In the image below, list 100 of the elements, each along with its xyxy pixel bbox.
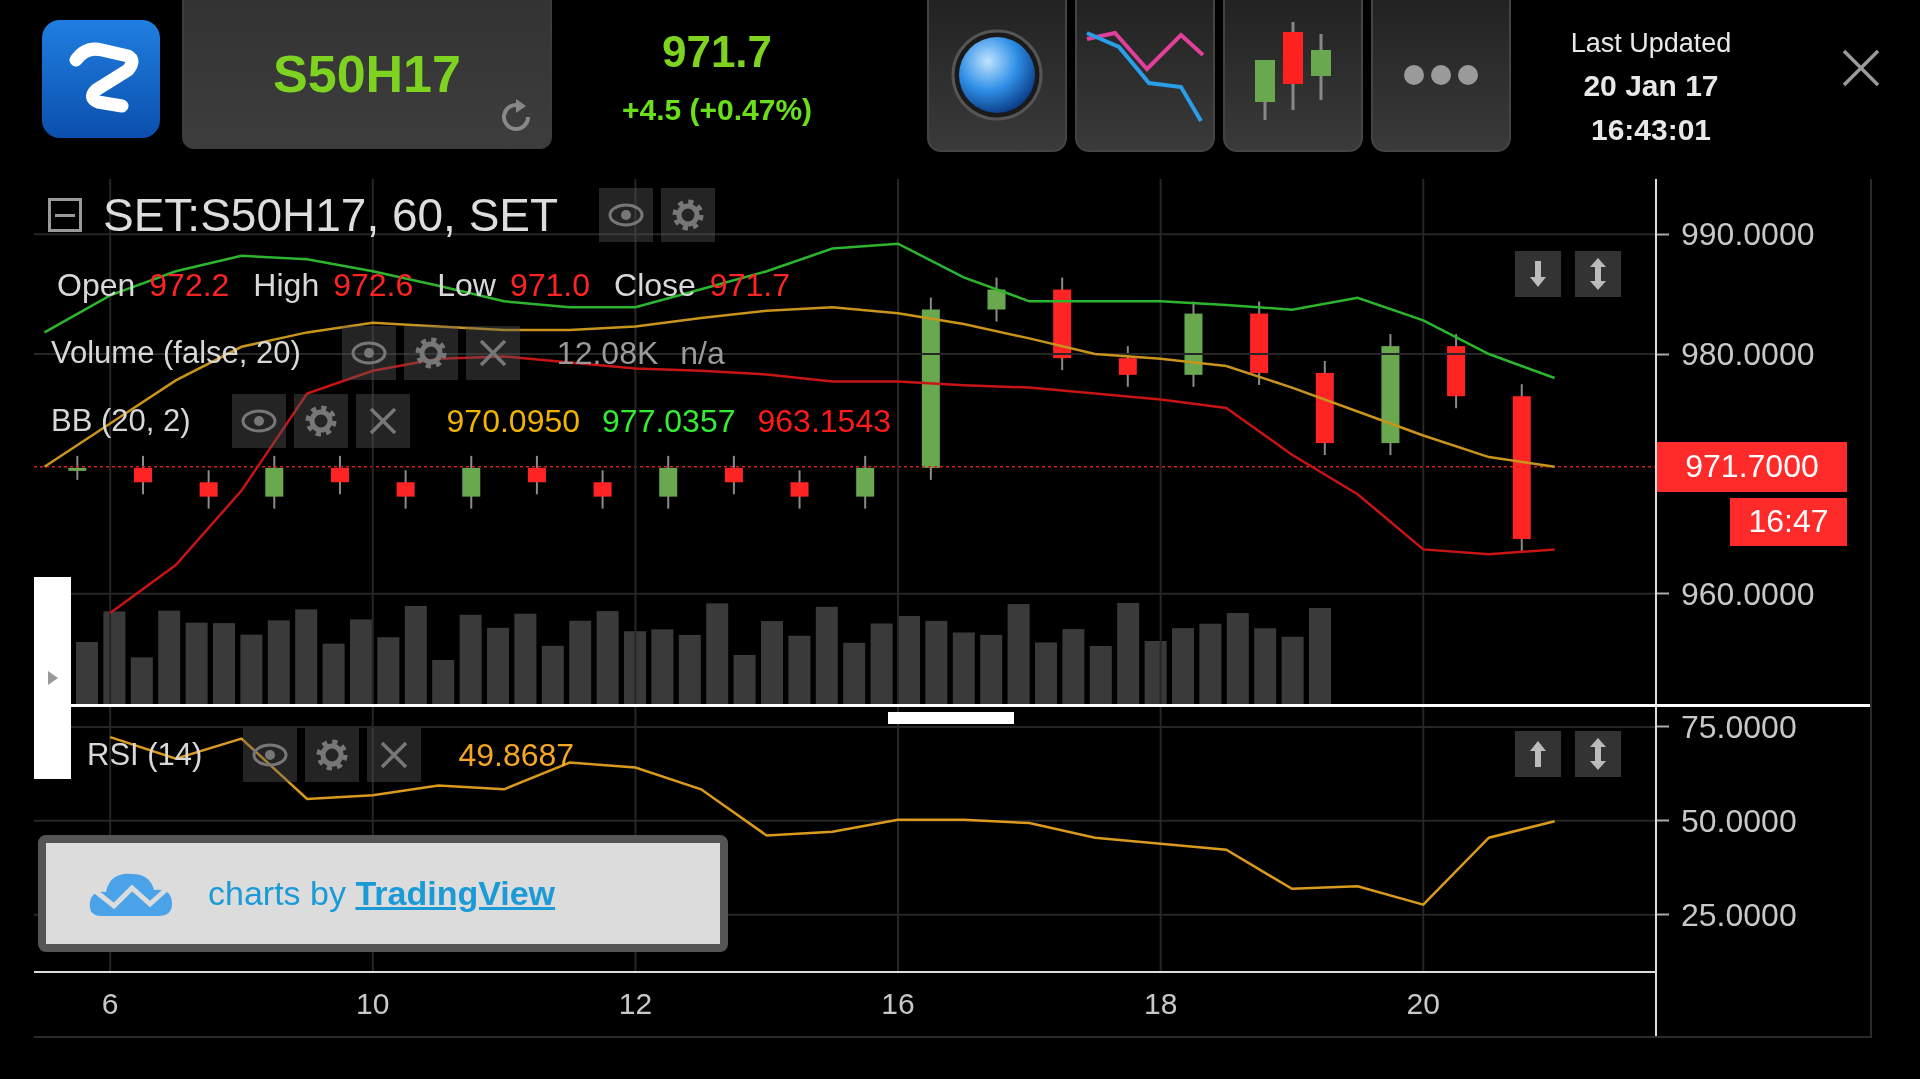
price-change: +4.5 (+0.47%) (621, 93, 813, 127)
time-axis-label: 16 (881, 987, 915, 1021)
last-price: 971.7 (661, 27, 773, 77)
maximize-button[interactable] (1575, 731, 1621, 777)
ohlc-value: 971.0 (508, 266, 592, 304)
volume-bar (130, 657, 153, 704)
last-updated-time: 16:43:01 (1590, 113, 1712, 147)
close-icon (367, 406, 398, 436)
price-axis-label: 75.0000 (1681, 708, 1797, 746)
visibility-button[interactable] (231, 394, 286, 448)
candle (199, 469, 218, 510)
move-down-button[interactable] (1515, 251, 1561, 297)
candle (593, 469, 612, 510)
visibility-button[interactable] (341, 326, 396, 380)
price-axis-label: 980.0000 (1681, 335, 1815, 373)
settings-button[interactable] (661, 188, 716, 242)
settings-icon (671, 198, 706, 232)
volume-bar (733, 654, 756, 704)
candle (527, 454, 546, 496)
candle (724, 454, 743, 496)
settings-button[interactable] (403, 326, 458, 380)
time-axis-label: 10 (356, 987, 390, 1021)
close-button[interactable] (1841, 48, 1881, 88)
collapse-icon[interactable] (48, 198, 82, 232)
remove-button[interactable] (355, 394, 410, 448)
volume-bar (843, 642, 866, 704)
candle (396, 469, 415, 510)
ohlc-label: Open (56, 266, 137, 304)
price-axis-label: 960.0000 (1681, 575, 1815, 613)
candle (987, 276, 1006, 323)
settings-button[interactable] (305, 728, 360, 782)
candle (330, 454, 349, 496)
visibility-button[interactable] (599, 188, 654, 242)
sphere-button[interactable] (927, 0, 1067, 152)
volume-bar (788, 635, 811, 704)
eye-icon (252, 743, 289, 767)
volume-bar (1281, 636, 1304, 704)
time-axis-label: 18 (1143, 987, 1178, 1021)
study-value: 977.0357 (601, 402, 737, 440)
move-up-button[interactable] (1515, 731, 1561, 777)
remove-button[interactable] (367, 728, 422, 782)
candle (68, 454, 87, 481)
volume-bar (432, 659, 455, 704)
study-value: 970.0950 (445, 402, 582, 440)
volume-bar (1035, 642, 1057, 704)
close-icon (477, 338, 508, 368)
eye-icon (240, 409, 277, 433)
settings-icon (315, 738, 350, 772)
candle (134, 454, 152, 496)
eye-icon (350, 341, 387, 365)
candle (856, 454, 875, 510)
study-value: 49.8687 (457, 736, 576, 774)
time-axis-label: 20 (1406, 987, 1440, 1021)
ohlc-value: 971.7 (708, 266, 791, 304)
volume-bar (1089, 645, 1112, 704)
ohlc-label: Close (613, 266, 697, 304)
symbol-button[interactable]: S50H17 (182, 0, 552, 149)
attribution-text: charts by TradingView (208, 874, 556, 913)
volume-bar (1144, 641, 1167, 704)
more-button[interactable] (1371, 0, 1511, 152)
study-value: n/a (679, 334, 726, 372)
volume-bar (678, 634, 701, 704)
price-tag: 971.7000 (1657, 441, 1847, 492)
maximize-button[interactable] (1575, 251, 1621, 297)
remove-button[interactable] (465, 326, 520, 380)
candles-button[interactable] (1223, 0, 1363, 152)
volume-bar (952, 632, 975, 704)
double-arrow-icon (1588, 737, 1608, 771)
settings-button[interactable] (293, 394, 348, 448)
candle (1118, 345, 1137, 388)
arrow-down-icon (1528, 259, 1548, 289)
price-axis-label: 990.0000 (1681, 215, 1815, 253)
ohlc-value: 972.6 (332, 266, 415, 304)
volume-bar (322, 643, 345, 704)
more-icon (1403, 64, 1479, 86)
volume-bar (377, 637, 400, 704)
resize-handle[interactable] (888, 712, 1014, 724)
line-chart-button[interactable] (1075, 0, 1215, 152)
volume-bar (240, 634, 263, 704)
ohlc-value: 972.2 (148, 266, 231, 304)
volume-bar (541, 645, 564, 704)
sphere-icon (949, 27, 1045, 123)
last-updated-date: 20 Jan 17 (1583, 69, 1719, 103)
candle (462, 454, 481, 510)
candle (659, 454, 678, 510)
time-axis-label: 6 (101, 987, 119, 1021)
time-axis-label: 12 (618, 987, 653, 1021)
visibility-button[interactable] (243, 728, 298, 782)
arrow-up-icon (1528, 739, 1548, 769)
volume-bar (76, 642, 98, 704)
volume-bar (980, 634, 1003, 704)
candle (265, 454, 284, 510)
settings-icon (413, 336, 448, 370)
study-value: 12.08K (555, 334, 660, 372)
double-arrow-icon (1588, 257, 1608, 291)
logo-icon (42, 20, 160, 138)
symbol-legend: SET:S50H17, 60, SET (100, 188, 562, 242)
price-axis-label: 50.0000 (1681, 802, 1797, 840)
close-icon (1841, 48, 1881, 88)
study-value: 963.1543 (756, 402, 892, 440)
